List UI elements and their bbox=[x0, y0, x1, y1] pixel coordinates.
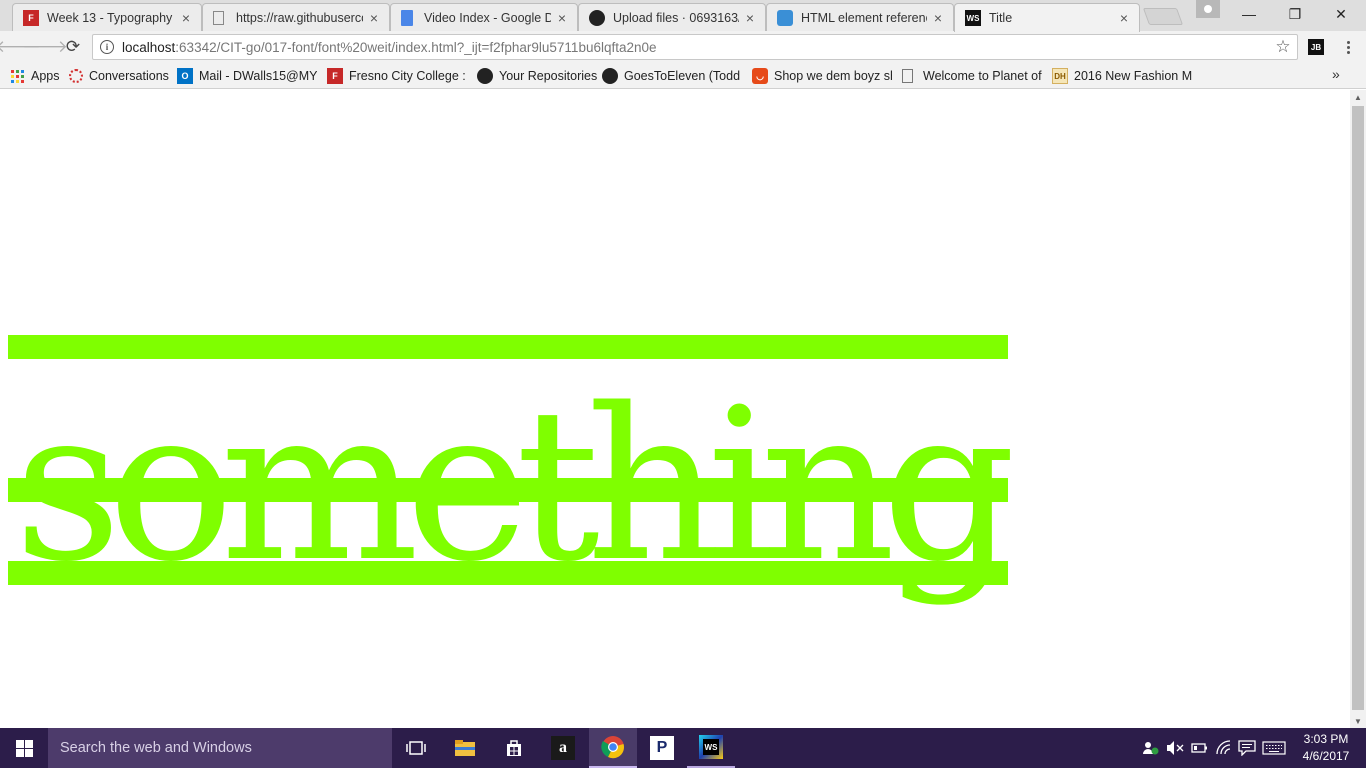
windows-taskbar: Search the web and Windows a P WS 3:03 P… bbox=[0, 728, 1366, 768]
vertical-scrollbar[interactable]: ▲ ▼ bbox=[1350, 90, 1366, 728]
scroll-up-arrow-icon[interactable]: ▲ bbox=[1350, 90, 1366, 104]
taskbar-search-input[interactable]: Search the web and Windows bbox=[48, 728, 392, 768]
battery-icon[interactable] bbox=[1191, 728, 1209, 768]
bookmark-shop[interactable]: ◡ Shop we dem boyz sh bbox=[752, 67, 892, 85]
outlook-icon: O bbox=[177, 68, 193, 84]
tab-upload-files[interactable]: Upload files · 0693163/C × bbox=[578, 3, 766, 31]
minimize-button[interactable]: — bbox=[1226, 0, 1272, 28]
tab-title: Upload files · 0693163/C bbox=[613, 10, 739, 25]
tab-title: Title bbox=[989, 11, 1013, 25]
conversations-icon bbox=[69, 69, 83, 83]
tab-title: https://raw.githubuserco bbox=[236, 10, 363, 25]
people-icon[interactable] bbox=[1142, 728, 1160, 768]
bookmark-fashion[interactable]: DH 2016 New Fashion Me bbox=[1052, 67, 1192, 85]
taskbar-clock[interactable]: 3:03 PM 4/6/2017 bbox=[1296, 731, 1356, 765]
amazon-icon[interactable]: a bbox=[539, 728, 587, 768]
forward-button[interactable]: 🡒 bbox=[22, 36, 68, 58]
tab-raw-github[interactable]: https://raw.githubuserco × bbox=[202, 3, 390, 31]
tab-html-reference[interactable]: HTML element reference × bbox=[766, 3, 954, 31]
document-icon bbox=[902, 69, 913, 83]
clock-time: 3:03 PM bbox=[1303, 732, 1349, 746]
jetbrains-extension-icon[interactable]: JB bbox=[1308, 39, 1324, 55]
browser-toolbar: 🡐 🡒 ⟳ i localhost:63342/CIT-go/017-font/… bbox=[0, 31, 1366, 63]
url-text[interactable]: localhost:63342/CIT-go/017-font/font%20w… bbox=[122, 40, 1269, 55]
google-docs-icon bbox=[401, 9, 413, 26]
github-icon bbox=[602, 68, 618, 84]
close-icon[interactable]: × bbox=[1117, 10, 1131, 26]
bookmarks-overflow-button[interactable]: » bbox=[1332, 66, 1340, 82]
underline bbox=[8, 561, 1008, 585]
tab-title: Week 13 - Typography bbox=[47, 10, 173, 25]
tab-title-active[interactable]: WS Title × bbox=[954, 3, 1140, 32]
windows-logo-icon bbox=[15, 739, 33, 757]
line-through bbox=[8, 478, 1008, 502]
apps-grid-icon bbox=[9, 68, 25, 84]
bookmarks-bar: Apps Conversations O Mail - DWalls15@MY … bbox=[0, 63, 1366, 89]
page-viewport: something bbox=[0, 90, 1350, 728]
close-icon[interactable]: × bbox=[743, 10, 757, 26]
volume-muted-icon[interactable] bbox=[1166, 728, 1184, 768]
tab-title: Video Index - Google Do bbox=[424, 10, 551, 25]
bookmark-apps[interactable]: Apps bbox=[9, 67, 60, 85]
keyboard-icon[interactable] bbox=[1262, 728, 1286, 768]
scrollbar-thumb[interactable] bbox=[1352, 106, 1364, 710]
bookmark-fresno[interactable]: F Fresno City College : W bbox=[327, 67, 467, 85]
clock-date: 4/6/2017 bbox=[1302, 749, 1350, 763]
shop-icon: ◡ bbox=[752, 68, 768, 84]
close-icon[interactable]: × bbox=[555, 10, 569, 26]
start-button[interactable] bbox=[0, 728, 48, 768]
close-window-button[interactable]: ✕ bbox=[1318, 0, 1364, 28]
fresno-city-college-icon: F bbox=[327, 68, 343, 84]
bookmark-planet[interactable]: Welcome to Planet of bbox=[902, 67, 1042, 85]
scroll-down-arrow-icon[interactable]: ▼ bbox=[1350, 714, 1366, 728]
bookmark-goestoeleven[interactable]: GoesToEleven (Todd M bbox=[602, 67, 742, 85]
close-icon[interactable]: × bbox=[179, 10, 193, 26]
wifi-icon[interactable] bbox=[1216, 728, 1234, 768]
tab-title: HTML element reference bbox=[801, 10, 927, 25]
action-center-icon[interactable] bbox=[1238, 728, 1256, 768]
restore-button[interactable]: ❐ bbox=[1272, 0, 1318, 28]
github-icon bbox=[477, 68, 493, 84]
bookmark-star-icon[interactable]: ☆ bbox=[1269, 37, 1297, 57]
address-bar[interactable]: i localhost:63342/CIT-go/017-font/font%2… bbox=[92, 34, 1298, 60]
big-word: something bbox=[8, 332, 1016, 591]
webstorm-taskbar-icon[interactable]: WS bbox=[687, 728, 735, 768]
reload-button[interactable]: ⟳ bbox=[62, 36, 84, 58]
store-icon[interactable] bbox=[490, 728, 538, 768]
pandora-icon[interactable]: P bbox=[638, 728, 686, 768]
file-explorer-icon[interactable] bbox=[441, 728, 489, 768]
mdn-icon bbox=[777, 9, 793, 26]
profile-icon[interactable] bbox=[1196, 0, 1220, 18]
close-icon[interactable]: × bbox=[931, 10, 945, 26]
dh-icon: DH bbox=[1052, 68, 1068, 84]
bookmark-your-repositories[interactable]: Your Repositories bbox=[477, 67, 597, 85]
tab-week13[interactable]: F Week 13 - Typography × bbox=[12, 3, 202, 31]
github-icon bbox=[589, 9, 605, 26]
task-view-icon[interactable] bbox=[392, 728, 440, 768]
tab-strip: F Week 13 - Typography × https://raw.git… bbox=[0, 0, 1366, 32]
fresno-city-college-icon: F bbox=[23, 9, 39, 26]
menu-icon[interactable] bbox=[1338, 37, 1358, 57]
bookmark-mail[interactable]: O Mail - DWalls15@MY bbox=[177, 67, 317, 85]
webstorm-icon: WS bbox=[965, 10, 981, 26]
new-tab-button[interactable] bbox=[1142, 8, 1184, 25]
info-icon[interactable]: i bbox=[100, 40, 114, 54]
bookmark-conversations[interactable]: Conversations bbox=[69, 67, 169, 85]
tab-video-index[interactable]: Video Index - Google Do × bbox=[390, 3, 578, 31]
document-icon bbox=[213, 10, 224, 25]
chrome-icon[interactable] bbox=[589, 728, 637, 768]
close-icon[interactable]: × bbox=[367, 10, 381, 26]
